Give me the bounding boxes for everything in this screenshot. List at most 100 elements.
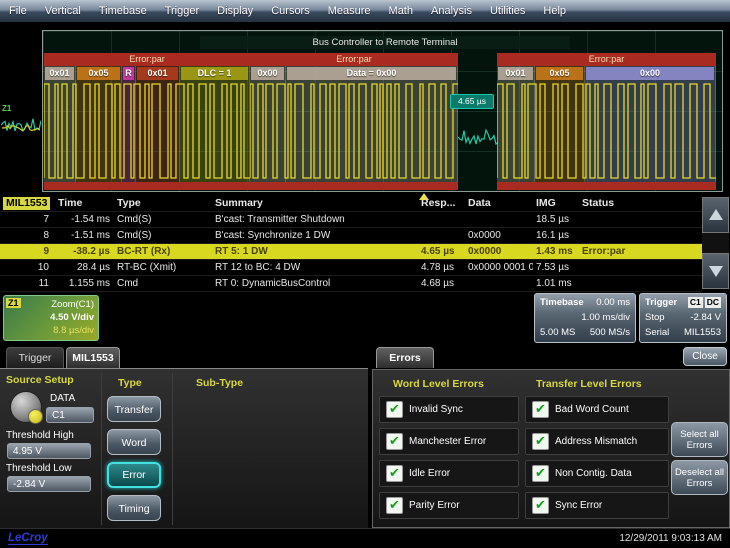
errors-dialog-header: Errors Close	[372, 345, 730, 369]
decode-bottom-strip	[497, 182, 716, 190]
threshold-high-field[interactable]: 4.95 V	[7, 443, 91, 459]
errors-dialog-body: Word Level Errors Transfer Level Errors …	[372, 369, 730, 528]
menu-cursors[interactable]: Cursors	[262, 5, 319, 17]
decode-fields: 0x00 Data = 0x00	[250, 66, 458, 182]
decode-field-label: 0x05	[77, 67, 120, 80]
decode-fields: 0x01 0x05 0x00	[497, 66, 716, 182]
menu-file[interactable]: File	[0, 5, 36, 17]
checkbox-bad-word-count[interactable]: ✔ Bad Word Count	[525, 396, 669, 423]
protocol-badge: MIL1553	[3, 197, 50, 210]
deselect-all-errors-button[interactable]: Deselect all Errors	[671, 460, 728, 495]
decode-field-label: 0x01	[498, 67, 533, 80]
menu-utilities[interactable]: Utilities	[481, 5, 534, 17]
scroll-down-button[interactable]	[702, 253, 729, 289]
decode-field: 0x05	[535, 66, 585, 182]
checkmark-icon: ✔	[532, 401, 549, 418]
menu-display[interactable]: Display	[208, 5, 262, 17]
decode-field: 0x00	[585, 66, 716, 182]
menu-analysis[interactable]: Analysis	[422, 5, 481, 17]
error-banner: Error:par	[250, 53, 458, 66]
trigger-descriptor[interactable]: Trigger C1DC Stop-2.84 V SerialMIL1553	[639, 293, 727, 343]
tab-errors[interactable]: Errors	[376, 347, 434, 368]
checkbox-non-contig-data[interactable]: ✔ Non Contig. Data	[525, 460, 669, 487]
close-button[interactable]: Close	[683, 347, 727, 366]
word-errors-heading: Word Level Errors	[393, 378, 484, 390]
timebase-descriptor[interactable]: Timebase 0.00 ms 1.00 ms/div 5.00 MS 500 M…	[534, 293, 636, 343]
decode-field-label: 0x01	[45, 67, 74, 80]
checkmark-icon: ✔	[532, 433, 549, 450]
type-button-error[interactable]: Error	[107, 462, 161, 488]
trigger-protocol: MIL1553	[684, 325, 721, 340]
checkmark-icon: ✔	[532, 465, 549, 482]
table-row[interactable]: 10 28.4 µs RT-BC (Xmit) RT 12 to BC: 4 D…	[0, 260, 702, 276]
type-button-timing[interactable]: Timing	[107, 495, 161, 521]
col-header-status: Status	[579, 195, 702, 211]
decode-field: 0x01	[44, 66, 76, 182]
timebase-samplerate: 500 MS/s	[590, 325, 630, 340]
decode-field: R	[122, 66, 136, 182]
checkbox-invalid-sync[interactable]: ✔ Invalid Sync	[379, 396, 519, 423]
timebase-scale: 1.00 ms/div	[581, 310, 630, 325]
source-field[interactable]: C1	[46, 407, 94, 423]
table-row[interactable]: 11 1.155 ms Cmd RT 0: DynamicBusControl …	[0, 276, 702, 292]
table-scrollbar	[702, 197, 729, 289]
type-button-transfer[interactable]: Transfer	[107, 396, 161, 422]
menu-bar: File Vertical Timebase Trigger Display C…	[0, 0, 730, 23]
table-row-selected[interactable]: 9 -38.2 µs BC-RT (Rx) RT 5: 1 DW 4.65 µs…	[0, 244, 702, 260]
checkbox-manchester-error[interactable]: ✔ Manchester Error	[379, 428, 519, 455]
scroll-up-button[interactable]	[702, 197, 729, 233]
decode-field: 0x01	[497, 66, 535, 182]
select-all-errors-button[interactable]: Select all Errors	[671, 422, 728, 457]
trigger-position-marker	[419, 193, 429, 200]
checkbox-parity-error[interactable]: ✔ Parity Error	[379, 492, 519, 519]
decode-table: MIL1553 Time Type Summary Resp... Data I…	[0, 195, 730, 290]
data-label: DATA	[50, 393, 75, 404]
decode-field: Data = 0x00	[286, 66, 458, 182]
timebase-memory: 5.00 MS	[540, 325, 575, 340]
idle-bus-trace	[458, 122, 498, 152]
zoom-trace-descriptor[interactable]: Z1 Zoom(C1) 4.50 V/div 8.8 µs/div	[3, 295, 99, 341]
oscilloscope-screen: File Vertical Timebase Trigger Display C…	[0, 0, 730, 548]
tab-mil1553[interactable]: MIL1553	[66, 347, 120, 368]
timebase-label: Timebase	[540, 295, 584, 310]
menu-trigger[interactable]: Trigger	[156, 5, 208, 17]
clock: 12/29/2011 9:03:13 AM	[619, 533, 722, 544]
decode-field-label: DLC = 1	[181, 67, 248, 80]
trigger-mode: Stop	[645, 310, 665, 325]
table-row[interactable]: 7 -1.54 ms Cmd(S) B'cast: Transmitter Sh…	[0, 212, 702, 228]
checkbox-sync-error[interactable]: ✔ Sync Error	[525, 492, 669, 519]
trigger-kind: Serial	[645, 325, 669, 340]
arrow-up-icon	[709, 209, 723, 220]
decode-field: 0x05	[76, 66, 122, 182]
decode-group-data: Error:par 0x00 Data = 0x00	[250, 53, 458, 190]
decode-field-label: 0x05	[536, 67, 583, 80]
type-button-word[interactable]: Word	[107, 429, 161, 455]
decode-field-label: R	[123, 67, 134, 80]
decode-fields: 0x01 0x05 R 0x01 DLC = 1	[44, 66, 250, 182]
menu-timebase[interactable]: Timebase	[90, 5, 156, 17]
threshold-low-field[interactable]: -2.84 V	[7, 476, 91, 492]
menu-help[interactable]: Help	[534, 5, 575, 17]
checkmark-icon: ✔	[386, 465, 403, 482]
decode-group-command: Error:par 0x01 0x05 R 0x01 DLC = 1	[44, 53, 250, 190]
trigger-setup-body: Source Setup DATA C1 Threshold High 4.95…	[0, 368, 368, 529]
tab-trigger[interactable]: Trigger	[6, 347, 64, 368]
checkbox-idle-error[interactable]: ✔ Idle Error	[379, 460, 519, 487]
error-banner: Error:par	[44, 53, 250, 66]
decode-field: 0x01	[136, 66, 180, 182]
menu-vertical[interactable]: Vertical	[36, 5, 90, 17]
waveform-area: Bus Controller to Remote Terminal Z1 Err…	[0, 22, 730, 195]
table-row[interactable]: 8 -1.51 ms Cmd(S) B'cast: Synchronize 1 …	[0, 228, 702, 244]
lecroy-logo: LeCroy	[8, 532, 48, 545]
trigger-setup-dialog: Trigger MIL1553 Source Setup DATA C1 Thr…	[0, 347, 368, 528]
trigger-source-badge: C1	[688, 297, 703, 308]
decode-field-label: 0x00	[586, 67, 714, 80]
timebase-offset: 0.00 ms	[596, 295, 630, 310]
decode-field-label: Data = 0x00	[287, 67, 456, 80]
source-knob[interactable]	[10, 391, 42, 423]
checkbox-address-mismatch[interactable]: ✔ Address Mismatch	[525, 428, 669, 455]
menu-measure[interactable]: Measure	[319, 5, 380, 17]
menu-math[interactable]: Math	[380, 5, 422, 17]
arrow-down-icon	[709, 266, 723, 277]
errors-dialog: Errors Close Word Level Errors Transfer …	[372, 345, 730, 528]
